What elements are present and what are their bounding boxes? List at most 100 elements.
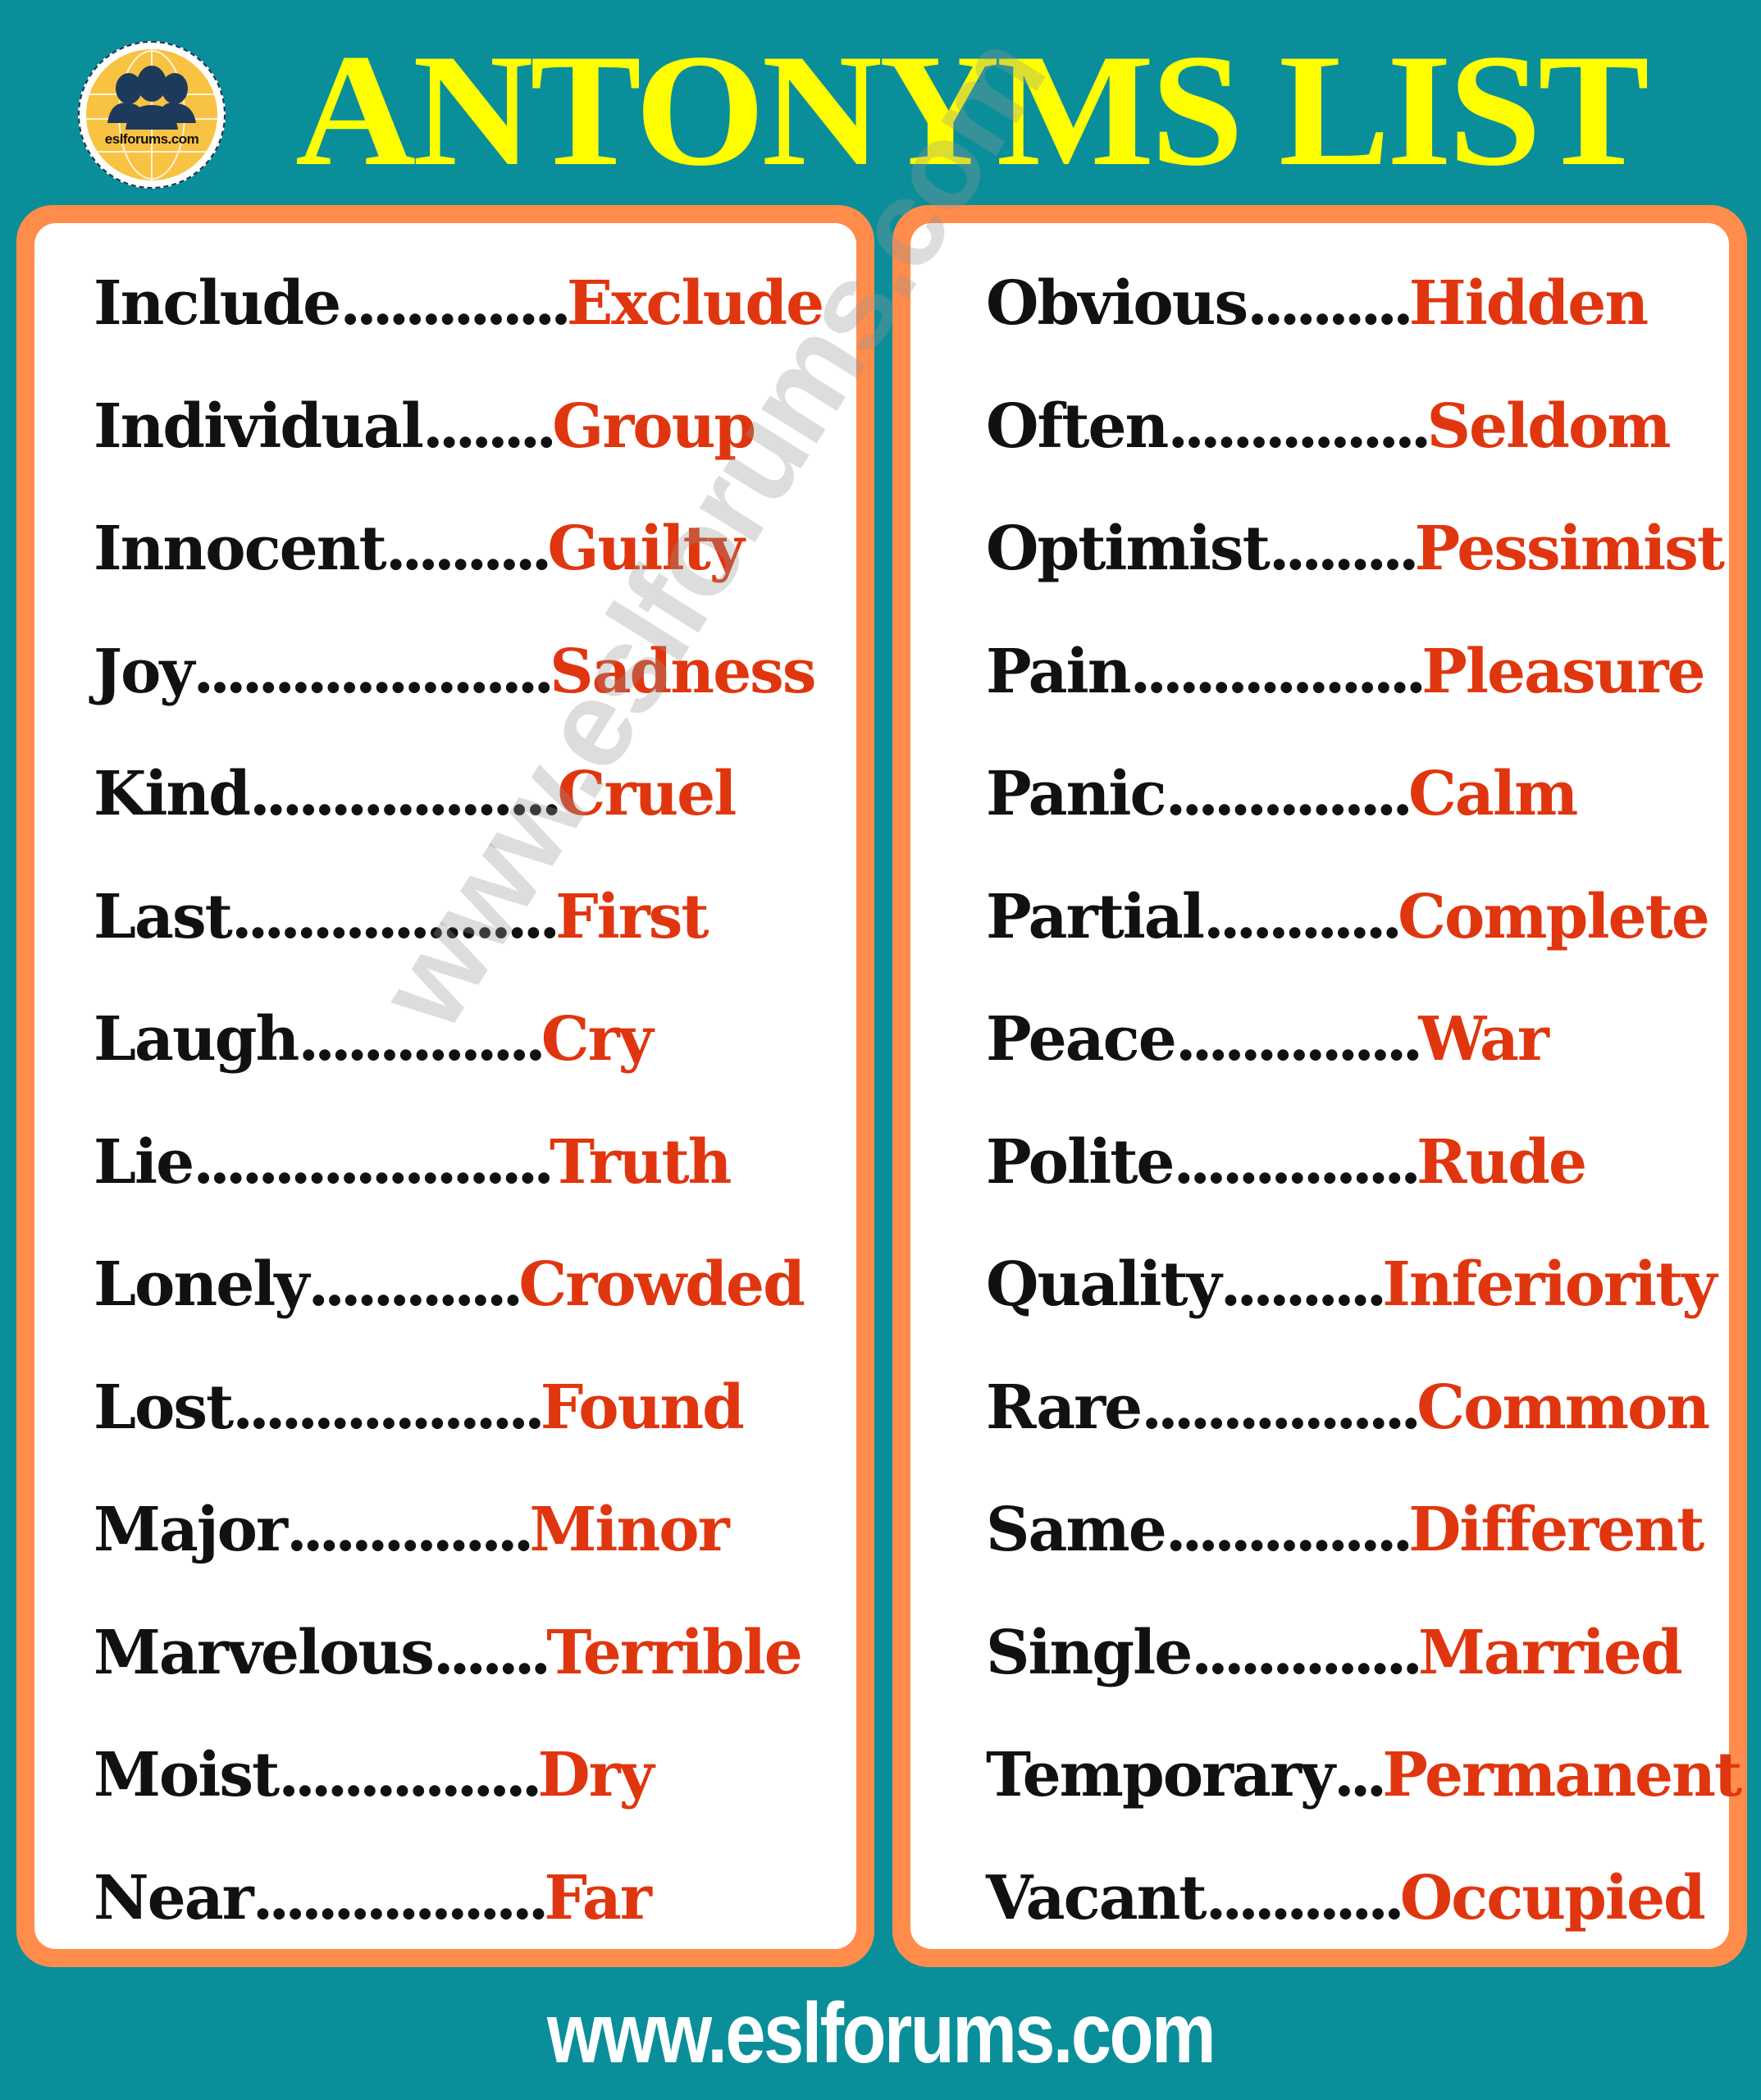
word: Include xyxy=(94,268,341,339)
word: Individual xyxy=(94,390,424,462)
antonym-pair: Moist................ Dry xyxy=(94,1734,856,1857)
word: Lost xyxy=(94,1372,234,1443)
dot-leader: ............... xyxy=(1165,759,1413,829)
antonym: Found xyxy=(540,1372,745,1443)
antonym-pair: Same............... Different xyxy=(986,1489,1729,1612)
antonym-pair: Partial............ Complete xyxy=(986,876,1729,999)
antonym-pair: Polite............... Rude xyxy=(986,1121,1729,1244)
antonym-pair: Single.............. Married xyxy=(986,1612,1729,1735)
left-word-list: Include.............. Exclude Individual..… xyxy=(34,223,856,1949)
dot-leader: .................. xyxy=(252,1862,550,1933)
antonym-pair: Quality.......... Inferiority xyxy=(986,1244,1729,1367)
word: Lie xyxy=(94,1126,194,1198)
word: Peace xyxy=(986,1004,1177,1075)
antonym: Permanent xyxy=(1382,1740,1742,1810)
dot-leader: .............. xyxy=(1191,1617,1423,1688)
dot-leader: .................. xyxy=(1129,636,1427,707)
right-panel: Obvious.......... Hidden Often............… xyxy=(892,205,1747,1967)
footer-website[interactable]: www.eslforums.com xyxy=(132,1985,1629,2083)
antonym-pair: Vacant............ Occupied xyxy=(986,1857,1729,1980)
word: Moist xyxy=(94,1740,280,1810)
dot-leader: ............... xyxy=(298,1004,545,1075)
antonym-pair: Peace............... War xyxy=(986,998,1729,1121)
antonym: Crowded xyxy=(518,1249,805,1320)
antonym: Calm xyxy=(1408,759,1578,829)
antonym: Cruel xyxy=(557,759,737,829)
antonym-pair: Laugh............... Cry xyxy=(94,998,856,1121)
antonym: Hidden xyxy=(1408,268,1649,339)
dot-leader: ....... xyxy=(432,1617,551,1688)
antonym-pair: Optimist......... Pessimist xyxy=(986,508,1729,631)
antonym: Minor xyxy=(529,1495,729,1565)
antonym: First xyxy=(555,881,709,952)
word: Quality xyxy=(986,1249,1222,1320)
word: Panic xyxy=(986,759,1167,829)
antonym: Married xyxy=(1417,1617,1683,1688)
word: Marvelous xyxy=(94,1617,435,1688)
page-title: ANTONYMS LIST xyxy=(295,21,1649,199)
antonym: Guilty xyxy=(547,514,744,584)
word: Innocent xyxy=(94,514,387,584)
antonym-pair: Major............... Minor xyxy=(94,1489,856,1612)
antonym: Terrible xyxy=(546,1617,803,1688)
dot-leader: ...................... xyxy=(193,636,554,707)
antonym-pair: Lost................... Found xyxy=(94,1367,856,1490)
word: Obvious xyxy=(986,268,1248,339)
word: Optimist xyxy=(986,514,1271,584)
word: Polite xyxy=(986,1126,1175,1198)
antonym: Inferiority xyxy=(1382,1249,1717,1320)
dot-leader: ............... xyxy=(1173,1126,1421,1198)
dot-leader: ................ xyxy=(1167,390,1431,462)
antonym-pair: Joy...................... Sadness xyxy=(94,631,856,754)
site-logo: eslforums.com xyxy=(78,41,226,189)
antonym: Pleasure xyxy=(1421,636,1705,707)
antonym-pair: Last.................... First xyxy=(94,876,856,999)
dot-leader: .......... xyxy=(1247,268,1414,339)
globe-icon: eslforums.com xyxy=(86,49,217,180)
word: Single xyxy=(986,1617,1193,1688)
word: Pain xyxy=(986,636,1132,707)
dot-leader: ............... xyxy=(1165,1495,1413,1565)
dot-leader: .............. xyxy=(340,268,572,339)
antonym-pair: Lie...................... Truth xyxy=(94,1121,856,1244)
word: Major xyxy=(94,1495,288,1565)
antonym: Common xyxy=(1417,1372,1710,1443)
dot-leader: ................... xyxy=(232,1372,545,1443)
antonym: Group xyxy=(552,390,756,462)
antonym-pair: Obvious.......... Hidden xyxy=(986,262,1729,386)
antonym-pair: Lonely............. Crowded xyxy=(94,1244,856,1367)
word: Vacant xyxy=(986,1862,1207,1933)
antonym: Rude xyxy=(1416,1126,1587,1198)
antonym: Seldom xyxy=(1426,390,1672,462)
word: Partial xyxy=(986,881,1205,952)
left-panel: Include.............. Exclude Individual..… xyxy=(16,205,874,1967)
antonym-pair: Individual........ Group xyxy=(94,386,856,509)
dot-leader: ...................... xyxy=(193,1126,554,1198)
antonym-pair: Innocent.......... Guilty xyxy=(94,508,856,631)
dot-leader: ............ xyxy=(1202,881,1403,952)
antonym: Sadness xyxy=(550,636,816,707)
antonym: Complete xyxy=(1398,881,1710,952)
dot-leader: ............. xyxy=(308,1249,523,1320)
antonym: Dry xyxy=(537,1740,654,1810)
word: Kind xyxy=(94,759,251,829)
dot-leader: ................... xyxy=(249,759,562,829)
dot-leader: ............ xyxy=(1205,1862,1405,1933)
logo-text: eslforums.com xyxy=(104,131,199,147)
dot-leader: .......... xyxy=(1220,1249,1388,1320)
dot-leader: ............... xyxy=(285,1495,534,1565)
word: Near xyxy=(94,1862,254,1933)
word: Laugh xyxy=(94,1004,299,1075)
antonym: Cry xyxy=(541,1004,654,1075)
antonym: Pessimist xyxy=(1414,514,1725,584)
dot-leader: ............... xyxy=(1175,1004,1423,1075)
antonym: Far xyxy=(544,1862,651,1933)
dot-leader: ................. xyxy=(1141,1372,1421,1443)
word: Rare xyxy=(986,1372,1143,1443)
word: Same xyxy=(986,1495,1167,1565)
dot-leader: ... xyxy=(1333,1740,1387,1810)
dot-leader: ......... xyxy=(1268,514,1420,584)
antonym-pair: Near.................. Far xyxy=(94,1857,856,1980)
antonym: Different xyxy=(1408,1495,1704,1565)
antonym: Occupied xyxy=(1399,1862,1706,1933)
